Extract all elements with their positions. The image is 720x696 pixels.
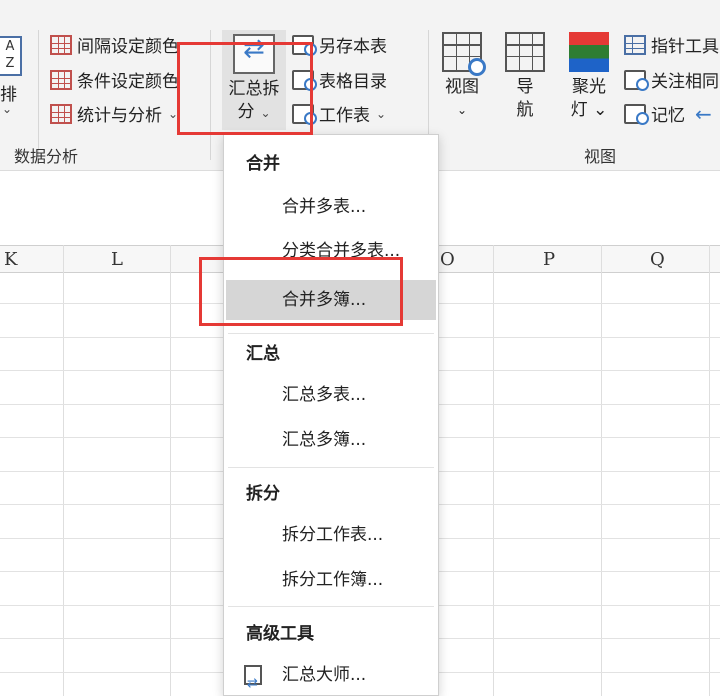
view-button[interactable]: 视图 ⌄ bbox=[437, 32, 487, 122]
summary-split-menu: 合并 合并多表... 分类合并多表... 合并多簿... 汇总 汇总多表... … bbox=[223, 134, 439, 696]
column-header-l[interactable]: L bbox=[111, 246, 123, 274]
menu-section-merge: 合并 bbox=[246, 154, 280, 174]
app-window: { "ribbon": { "left_partial": {"icon_top… bbox=[0, 0, 720, 696]
document-icon bbox=[292, 34, 317, 56]
column-header-q[interactable]: Q bbox=[650, 246, 665, 274]
menu-section-summary: 汇总 bbox=[246, 344, 280, 364]
menu-item-split-workbook[interactable]: 拆分工作簿... bbox=[226, 560, 436, 600]
chevron-down-icon: ⌄ bbox=[168, 106, 179, 121]
column-header-o[interactable]: O bbox=[440, 246, 455, 274]
menu-item-summarize-workbooks[interactable]: 汇总多簿... bbox=[226, 420, 436, 460]
table-icon bbox=[505, 32, 545, 72]
table-zoom-icon bbox=[442, 32, 486, 76]
pointer-tool-button[interactable]: 指针工具 bbox=[624, 32, 719, 57]
menu-item-merge-workbooks[interactable]: 合并多簿... bbox=[226, 280, 436, 320]
table-grid-icon bbox=[50, 103, 72, 124]
menu-item-merge-sheets[interactable]: 合并多表... bbox=[226, 187, 436, 227]
menu-divider bbox=[228, 333, 434, 334]
separator bbox=[38, 30, 39, 160]
menu-item-split-worksheet[interactable]: 拆分工作表... bbox=[226, 515, 436, 555]
document-icon bbox=[292, 69, 317, 91]
spotlight-button[interactable]: 聚光 灯 ⌄ bbox=[563, 32, 615, 122]
watch-icon bbox=[624, 69, 649, 91]
menu-section-split: 拆分 bbox=[246, 484, 280, 504]
table-grid-icon bbox=[50, 34, 72, 55]
menu-divider bbox=[228, 606, 434, 607]
sort-az-icon: A Z bbox=[0, 36, 22, 76]
sort-button[interactable]: A Z 级排 ⌄ bbox=[0, 30, 34, 125]
menu-item-summarize-sheets[interactable]: 汇总多表... bbox=[226, 375, 436, 415]
menu-divider bbox=[228, 467, 434, 468]
watch-same-button[interactable]: 关注相同 bbox=[624, 67, 719, 92]
menu-item-summary-master[interactable]: 汇总大师... bbox=[226, 655, 436, 696]
merge-split-icon bbox=[233, 34, 275, 74]
chevron-down-icon: ⌄ bbox=[2, 102, 13, 116]
interval-color-button[interactable]: 间隔设定颜色 bbox=[50, 32, 179, 57]
menu-item-category-merge[interactable]: 分类合并多表... bbox=[226, 231, 436, 271]
group-label-data-analysis: 数据分析 bbox=[14, 147, 79, 166]
spotlight-icon bbox=[569, 32, 609, 72]
chevron-down-icon: ⌄ bbox=[376, 106, 387, 121]
menu-section-advanced: 高级工具 bbox=[246, 624, 314, 644]
separator bbox=[210, 30, 211, 160]
arrow-left-icon[interactable]: ← bbox=[695, 102, 712, 126]
pointer-icon bbox=[624, 34, 646, 55]
stats-analysis-button[interactable]: 统计与分析 ⌄ bbox=[50, 101, 178, 126]
save-sheet-button[interactable]: 另存本表 bbox=[292, 32, 387, 57]
group-label-view: 视图 bbox=[584, 147, 617, 166]
summary-master-icon bbox=[244, 664, 262, 696]
chevron-down-icon: ⌄ bbox=[260, 106, 271, 120]
table-grid-icon bbox=[50, 69, 72, 90]
memory-icon bbox=[624, 103, 649, 125]
column-header-k[interactable]: K bbox=[4, 246, 17, 274]
document-icon bbox=[292, 103, 317, 125]
memory-button[interactable]: 记忆 ← bbox=[624, 101, 712, 126]
summary-split-button[interactable]: 汇总拆 分⌄ bbox=[222, 30, 286, 130]
worksheet-button[interactable]: 工作表 ⌄ bbox=[292, 101, 386, 126]
navigation-button[interactable]: 导 航 bbox=[500, 32, 550, 122]
condition-color-button[interactable]: 条件设定颜色 bbox=[50, 67, 179, 92]
sheet-index-button[interactable]: 表格目录 bbox=[292, 67, 387, 92]
column-header-p[interactable]: P bbox=[543, 246, 555, 274]
